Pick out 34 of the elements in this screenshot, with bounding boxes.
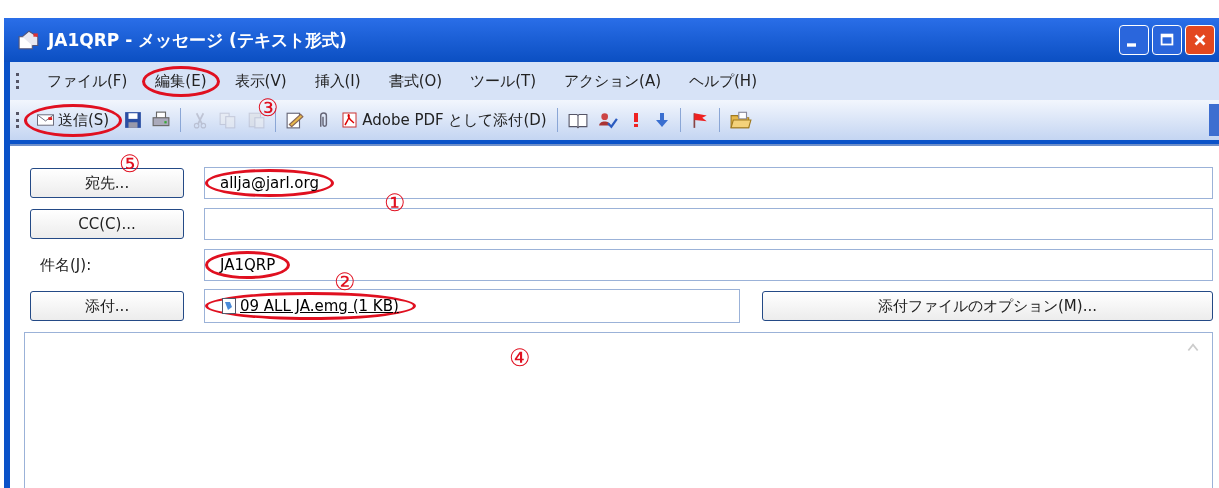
file-icon	[222, 298, 236, 314]
address-button[interactable]: CC(C)...	[30, 209, 184, 239]
grip-handle[interactable]	[16, 112, 22, 128]
pdf-icon	[342, 112, 359, 128]
callout-number: ③	[257, 96, 279, 120]
attach-button[interactable]: 添付...	[30, 291, 184, 321]
field-label: 件名(J):	[39, 255, 93, 275]
print-icon[interactable]	[152, 111, 171, 129]
book-icon[interactable]	[567, 111, 588, 129]
window-title: JA1QRP - メッセージ (テキスト形式)	[48, 28, 348, 52]
callout-number: ④	[509, 346, 531, 370]
attachment-options-button[interactable]: 添付ファイルのオプション(M)...	[762, 291, 1213, 321]
send-button[interactable]: 送信(S)	[24, 103, 123, 137]
menu-item[interactable]: 書式(O)	[375, 65, 456, 97]
menu-item[interactable]: ツール(T)	[457, 65, 550, 97]
maximize-button[interactable]	[1152, 25, 1182, 55]
checknames-icon[interactable]	[597, 111, 618, 129]
close-button[interactable]	[1185, 25, 1215, 55]
envelope-icon	[37, 114, 54, 126]
folder-icon[interactable]	[729, 111, 752, 129]
attach-pdf-button[interactable]: Adobe PDF として添付(D)	[342, 110, 547, 130]
menu-item[interactable]: 編集(E)	[142, 65, 220, 97]
save-icon[interactable]	[124, 111, 143, 129]
attachment-link[interactable]: 09 ALL JA.emg (1 KB)	[240, 297, 399, 315]
minimize-button[interactable]	[1119, 25, 1149, 55]
minimize-icon	[1126, 43, 1136, 47]
menu-item[interactable]: アクション(A)	[551, 65, 674, 97]
attachment-item[interactable]: 09 ALL JA.emg (1 KB)	[205, 292, 416, 320]
menu-item[interactable]: ファイル(F)	[34, 65, 141, 97]
menu-item[interactable]: ヘルプ(H)	[676, 65, 770, 97]
menu-item[interactable]: 表示(V)	[221, 65, 300, 97]
envelope-icon	[18, 30, 40, 50]
grip-handle[interactable]	[16, 73, 22, 89]
menu-item[interactable]: 挿入(I)	[301, 65, 374, 97]
